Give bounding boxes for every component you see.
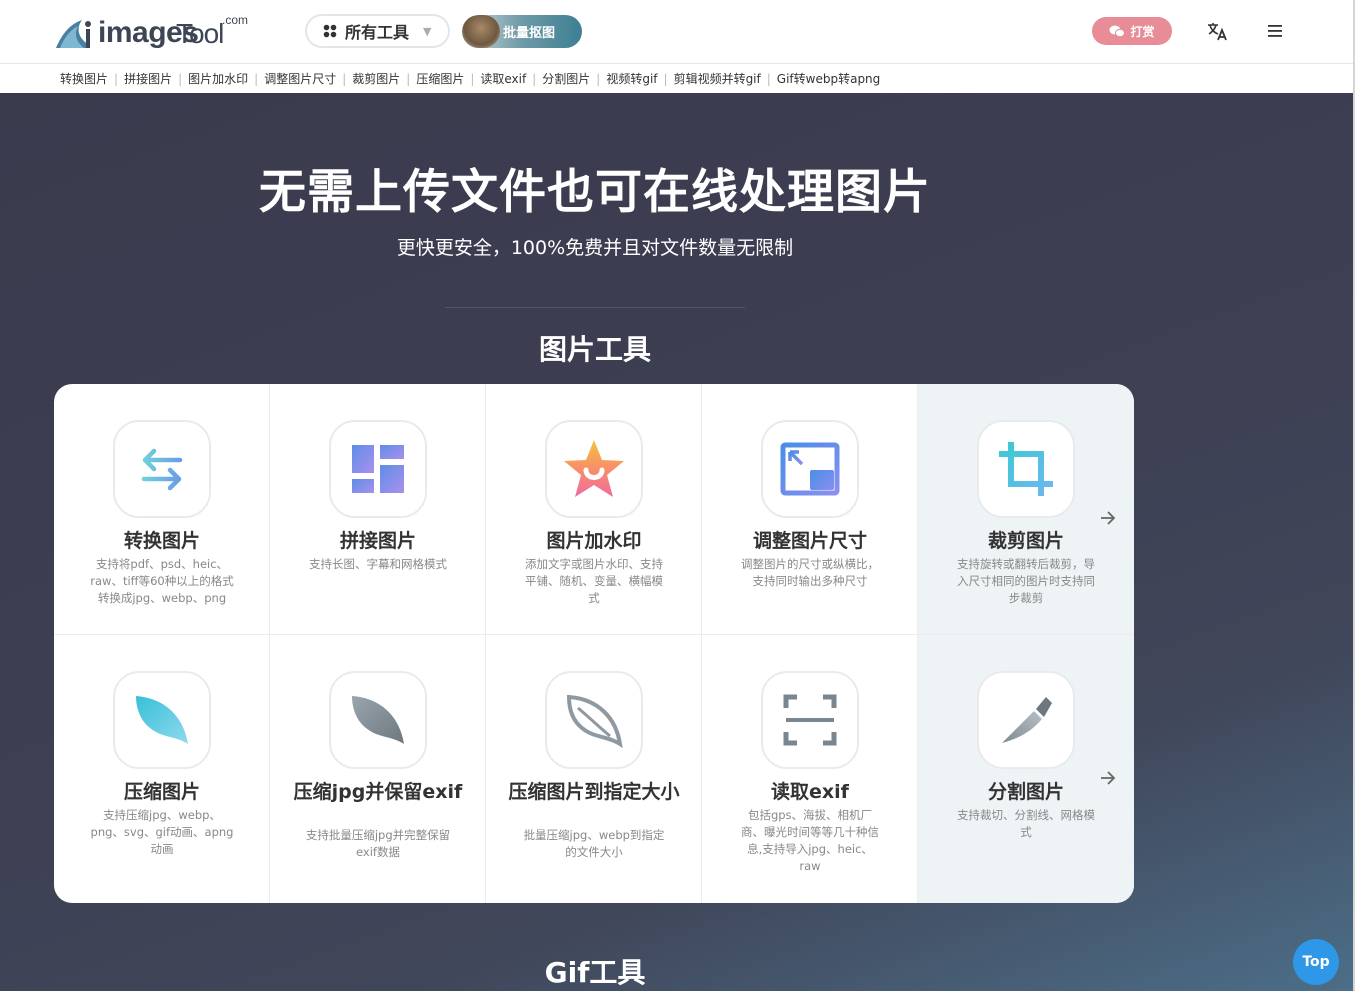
quick-nav-separator: | <box>114 71 119 86</box>
icon-box <box>113 671 211 769</box>
batch-cutout-label: 批量抠图 <box>503 26 556 41</box>
tool-description: 批量压缩jpg、webp到指定的文件大小 <box>523 828 665 859</box>
quick-nav-link[interactable]: 视频转gif <box>606 70 657 87</box>
tool-card-compress-jpg-exif[interactable]: 压缩jpg并保留exif 支持批量压缩jpg并完整保留exif数据 <box>270 635 486 903</box>
tool-card-resize[interactable]: 调整图片尺寸 调整图片的尺寸或纵横比，支持同时输出多种尺寸 <box>702 384 918 635</box>
tool-card-collage[interactable]: 拼接图片 支持长图、字幕和网格模式 <box>270 384 486 635</box>
reward-label: 打赏 <box>1130 24 1155 39</box>
quick-nav-separator: | <box>178 71 183 86</box>
tool-title: 转换图片 <box>123 530 200 552</box>
all-tools-label: 所有工具 <box>345 23 410 42</box>
divider <box>445 307 745 308</box>
logo-word-tool: Tool <box>176 18 224 49</box>
quick-nav-separator: | <box>596 71 601 86</box>
quick-nav-link[interactable]: Gif转webp转apng <box>777 70 880 87</box>
header: images Tool .com 所有工具 ▼ 批量抠图 打赏 <box>0 0 1355 64</box>
gif-tools-heading: Gif工具 <box>544 956 646 989</box>
image-tools-grid: 转换图片 支持将pdf、psd、heic、raw、tiff等60种以上的格式转换… <box>54 384 1134 903</box>
icon-box <box>761 420 859 518</box>
tool-title: 压缩图片 <box>123 781 200 803</box>
resize-icon <box>780 442 840 496</box>
arrow-right-icon[interactable] <box>1098 768 1118 788</box>
tool-description: 添加文字或图片水印、支持平铺、随机、变量、横幅模式 <box>525 557 663 605</box>
tool-title: 压缩jpg并保留exif <box>293 781 463 803</box>
tool-card-read-exif[interactable]: 读取exif 包括gps、海拔、相机厂商、曝光时间等等几十种信息,支持导入jpg… <box>702 635 918 903</box>
icon-box <box>113 420 211 518</box>
tool-title: 图片加水印 <box>546 530 642 552</box>
cat-thumbnail <box>462 15 500 48</box>
icon-box <box>329 420 427 518</box>
reward-button[interactable]: 打赏 <box>1092 17 1172 45</box>
image-tools-heading: 图片工具 <box>538 333 651 366</box>
quick-nav-link[interactable]: 调整图片尺寸 <box>264 70 336 87</box>
icon-box <box>977 420 1075 518</box>
tool-description: 包括gps、海拔、相机厂商、曝光时间等等几十种信息,支持导入jpg、heic、r… <box>741 808 879 873</box>
logo[interactable]: images Tool .com <box>54 12 264 52</box>
quick-nav-separator: | <box>663 71 668 86</box>
quick-nav-link[interactable]: 拼接图片 <box>124 70 172 87</box>
tool-description: 调整图片的尺寸或纵横比，支持同时输出多种尺寸 <box>741 557 879 588</box>
tool-description: 支持批量压缩jpg并完整保留exif数据 <box>305 828 451 859</box>
quick-nav-separator: | <box>342 71 347 86</box>
batch-cutout-button[interactable]: 批量抠图 <box>462 15 582 48</box>
tool-card-compress[interactable]: 压缩图片 支持压缩jpg、webp、png、svg、gif动画、apng动画 <box>54 635 270 903</box>
tool-description: 支持压缩jpg、webp、png、svg、gif动画、apng动画 <box>90 808 234 856</box>
arrow-right-icon[interactable] <box>1098 508 1118 528</box>
tool-title: 压缩图片到指定大小 <box>508 781 680 803</box>
all-tools-dropdown[interactable]: 所有工具 ▼ <box>305 14 450 48</box>
quick-nav-link[interactable]: 剪辑视频并转gif <box>674 70 761 87</box>
quick-nav-link[interactable]: 分割图片 <box>542 70 590 87</box>
quick-nav-separator: | <box>254 71 259 86</box>
tool-card-watermark[interactable]: 图片加水印 添加文字或图片水印、支持平铺、随机、变量、横幅模式 <box>486 384 702 635</box>
feather-blue-icon <box>136 696 188 744</box>
caret-down-icon: ▼ <box>423 24 432 38</box>
tool-title: 拼接图片 <box>339 530 416 552</box>
watermark-star-icon <box>564 440 624 497</box>
tool-card-convert[interactable]: 转换图片 支持将pdf、psd、heic、raw、tiff等60种以上的格式转换… <box>54 384 270 635</box>
quick-nav-link[interactable]: 图片加水印 <box>188 70 248 87</box>
tool-card-compress-to-size[interactable]: 压缩图片到指定大小 批量压缩jpg、webp到指定的文件大小 <box>486 635 702 903</box>
icon-box <box>977 671 1075 769</box>
quick-nav: 转换图片 | 拼接图片 | 图片加水印 | 调整图片尺寸 | 裁剪图片 | 压缩图片 | 读… <box>0 64 1355 93</box>
hero-title: 无需上传文件也可在线处理图片 <box>259 165 931 220</box>
quick-nav-link[interactable]: 压缩图片 <box>416 70 464 87</box>
quick-nav-link[interactable]: 转换图片 <box>60 70 108 87</box>
back-to-top-button[interactable]: Top <box>1293 939 1339 985</box>
convert-arrows-icon <box>141 448 183 491</box>
knife-icon <box>1002 697 1052 743</box>
hamburger-menu-icon[interactable] <box>1266 22 1284 40</box>
icon-box <box>761 671 859 769</box>
quick-nav-separator: | <box>532 71 537 86</box>
tool-title: 调整图片尺寸 <box>752 530 867 552</box>
logo-wave-icon <box>56 20 91 48</box>
wechat-icon <box>1109 25 1126 38</box>
tool-title: 分割图片 <box>987 781 1064 803</box>
icon-box <box>545 671 643 769</box>
crop-icon <box>999 442 1053 496</box>
tool-title: 读取exif <box>771 781 849 803</box>
feather-outline-icon <box>566 694 623 748</box>
quick-nav-link[interactable]: 读取exif <box>480 70 526 87</box>
tool-title: 裁剪图片 <box>987 530 1064 552</box>
icon-box <box>545 420 643 518</box>
grid-dots-icon <box>323 24 337 38</box>
hero-subtitle: 更快更安全，100%免费并且对文件数量无限制 <box>396 237 794 259</box>
quick-nav-separator: | <box>470 71 475 86</box>
quick-nav-link[interactable]: 裁剪图片 <box>352 70 400 87</box>
hero-section: 无需上传文件也可在线处理图片 更快更安全，100%免费并且对文件数量无限制 图片… <box>0 93 1355 991</box>
translate-icon[interactable] <box>1206 20 1228 42</box>
tool-description: 支持裁切、分割线、网格模式 <box>957 808 1095 839</box>
tool-description: 支持旋转或翻转后裁剪，导入尺寸相同的图片时支持同步裁剪 <box>957 557 1095 605</box>
quick-nav-separator: | <box>406 71 411 86</box>
logo-word-com: .com <box>222 13 249 27</box>
scan-frame-icon <box>783 694 837 746</box>
collage-grid-icon <box>352 445 404 493</box>
quick-nav-separator: | <box>766 71 771 86</box>
tool-description: 支持将pdf、psd、heic、raw、tiff等60种以上的格式转换成jpg、… <box>90 557 234 605</box>
icon-box <box>329 671 427 769</box>
feather-gray-icon <box>352 696 404 744</box>
tool-description: 支持长图、字幕和网格模式 <box>309 557 447 571</box>
